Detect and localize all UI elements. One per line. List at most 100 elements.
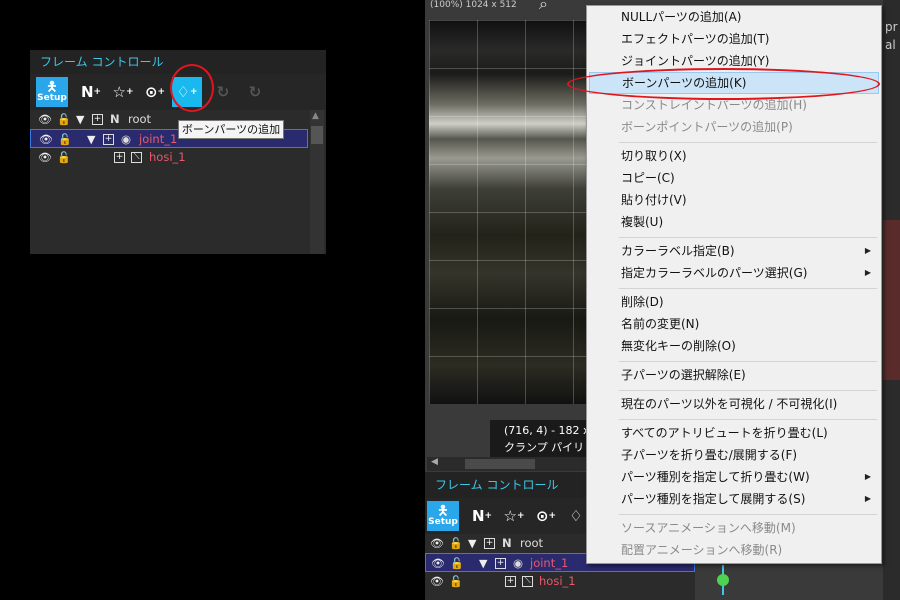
menu-item-add-effect-part[interactable]: エフェクトパーツの追加(T) bbox=[589, 28, 879, 50]
visibility-eye-icon[interactable]: 👁 bbox=[38, 110, 52, 129]
menu-item-collapse-all-attributes[interactable]: すべてのアトリビュートを折り畳む(L) bbox=[589, 422, 879, 444]
menu-item-goto-placement-animation: 配置アニメーションへ移動(R) bbox=[621, 543, 783, 557]
add-null-part-button[interactable]: N + bbox=[76, 77, 106, 107]
menu-separator bbox=[619, 142, 877, 143]
add-effect-part-button[interactable]: ☆ + bbox=[499, 501, 529, 531]
part-label: hosi_1 bbox=[539, 574, 576, 588]
lock-icon[interactable]: 🔓 bbox=[450, 554, 464, 573]
menu-item-deselect-children[interactable]: 子パーツの選択解除(E) bbox=[589, 364, 879, 386]
menu-item-paste[interactable]: 貼り付け(V) bbox=[589, 189, 879, 211]
tree-scrollbar[interactable]: ▲ bbox=[310, 110, 324, 254]
submenu-arrow-icon: ▶ bbox=[864, 246, 871, 255]
add-joint-part-button[interactable]: ⊙ + bbox=[140, 77, 170, 107]
image-part-icon: ⟍ bbox=[131, 152, 142, 163]
lock-icon[interactable]: 🔓 bbox=[57, 110, 71, 129]
add-effect-part-button[interactable]: ☆ + bbox=[108, 77, 138, 107]
lock-icon[interactable]: 🔓 bbox=[58, 130, 72, 149]
expand-box-icon[interactable]: + bbox=[103, 134, 114, 145]
menu-separator bbox=[619, 419, 877, 420]
side-accent-block bbox=[883, 220, 900, 380]
timeline-key-marker[interactable] bbox=[715, 565, 731, 595]
null-type-icon: N bbox=[110, 112, 120, 126]
annotation-ellipse bbox=[567, 68, 880, 100]
visibility-eye-icon[interactable]: 👁 bbox=[430, 572, 444, 591]
expand-triangle-icon[interactable]: ▼ bbox=[479, 554, 487, 573]
visibility-eye-icon[interactable]: 👁 bbox=[39, 130, 53, 149]
setup-label: Setup bbox=[428, 517, 458, 527]
menu-item-label: パーツ種別を指定して折り畳む(W) bbox=[621, 470, 810, 484]
submenu-arrow-icon: ▶ bbox=[864, 494, 871, 503]
joint-circle-icon: ◉ bbox=[121, 132, 132, 146]
tree-row[interactable]: 👁 🔓 + ⟍ hosi_1 bbox=[30, 148, 308, 167]
menu-item-expand-by-type[interactable]: パーツ種別を指定して展開する(S) ▶ bbox=[589, 488, 879, 510]
canvas-size-info: (100%) 1024 x 512 bbox=[430, 0, 517, 10]
menu-item-collapse-by-type[interactable]: パーツ種別を指定して折り畳む(W) ▶ bbox=[589, 466, 879, 488]
submenu-arrow-icon: ▶ bbox=[864, 268, 871, 277]
scrollbar-thumb[interactable] bbox=[465, 459, 535, 469]
menu-separator bbox=[619, 390, 877, 391]
joint-circle-icon: ⊙ bbox=[535, 507, 549, 525]
effect-star-icon: ☆ bbox=[112, 83, 126, 101]
bone-point-icon: ↻ bbox=[248, 83, 262, 101]
menu-item-delete-unchanged-keys[interactable]: 無変化キーの削除(O) bbox=[589, 335, 879, 357]
part-label: hosi_1 bbox=[149, 150, 186, 164]
expand-box-icon[interactable]: + bbox=[505, 576, 516, 587]
expand-box-icon[interactable]: + bbox=[114, 152, 125, 163]
menu-item-duplicate[interactable]: 複製(U) bbox=[589, 211, 879, 233]
part-label: root bbox=[128, 112, 152, 126]
menu-item-add-null-part[interactable]: NULLパーツの追加(A) bbox=[589, 6, 879, 28]
visibility-eye-icon[interactable]: 👁 bbox=[430, 534, 444, 553]
menu-item-select-by-color-label[interactable]: 指定カラーラベルのパーツ選択(G) ▶ bbox=[589, 262, 879, 284]
add-bone-point-part-button[interactable]: ↻ bbox=[240, 77, 270, 107]
menu-item-toggle-children[interactable]: 子パーツを折り畳む/展開する(F) bbox=[589, 444, 879, 466]
expand-triangle-icon[interactable]: ▼ bbox=[76, 110, 84, 129]
setup-label: Setup bbox=[37, 93, 67, 103]
menu-item-label: カラーラベル指定(B) bbox=[621, 244, 735, 258]
image-canvas[interactable] bbox=[429, 20, 595, 404]
expand-box-icon[interactable]: + bbox=[495, 558, 506, 569]
expand-box-icon[interactable]: + bbox=[484, 538, 495, 549]
scroll-left-arrow-icon[interactable]: ◀ bbox=[431, 457, 438, 467]
scroll-up-arrow-icon[interactable]: ▲ bbox=[312, 111, 319, 121]
visibility-eye-icon[interactable]: 👁 bbox=[38, 148, 52, 167]
expand-triangle-icon[interactable]: ▼ bbox=[87, 130, 95, 149]
menu-item-label: 指定カラーラベルのパーツ選択(G) bbox=[621, 266, 808, 280]
visibility-eye-icon[interactable]: 👁 bbox=[431, 554, 445, 573]
zoom-search-icon[interactable]: ⌕ bbox=[539, 0, 548, 14]
menu-item-color-label[interactable]: カラーラベル指定(B) ▶ bbox=[589, 240, 879, 262]
menu-item-rename[interactable]: 名前の変更(N) bbox=[589, 313, 879, 335]
coordinate-readout: (716, 4) - 182 x クランプ パイリ bbox=[490, 420, 600, 458]
menu-item-copy[interactable]: コピー(C) bbox=[589, 167, 879, 189]
image-part-icon: ⟍ bbox=[522, 576, 533, 587]
part-label: joint_1 bbox=[530, 556, 569, 570]
part-label: joint_1 bbox=[139, 132, 178, 146]
add-joint-part-button[interactable]: ⊙ + bbox=[531, 501, 561, 531]
add-null-part-button[interactable]: N + bbox=[467, 501, 497, 531]
null-type-icon: N bbox=[502, 536, 512, 550]
menu-item-delete[interactable]: 削除(D) bbox=[589, 291, 879, 313]
menu-separator bbox=[619, 288, 877, 289]
scrollbar-thumb[interactable] bbox=[311, 126, 323, 144]
expand-triangle-icon[interactable]: ▼ bbox=[468, 534, 476, 553]
menu-item-goto-source-animation: ソースアニメーションへ移動(M) bbox=[621, 521, 796, 535]
expand-box-icon[interactable]: + bbox=[92, 114, 103, 125]
menu-separator bbox=[619, 237, 877, 238]
annotation-circle bbox=[170, 64, 214, 112]
menu-item-add-bone-point-part: ボーンポイントパーツの追加(P) bbox=[621, 120, 793, 134]
part-label: root bbox=[520, 536, 544, 550]
setup-button[interactable]: 🯅 Setup bbox=[36, 77, 68, 107]
lock-icon[interactable]: 🔓 bbox=[449, 572, 463, 591]
setup-button[interactable]: 🯅 Setup bbox=[427, 501, 459, 531]
side-text: pr bbox=[885, 20, 898, 34]
menu-item-cut[interactable]: 切り取り(X) bbox=[589, 145, 879, 167]
joint-circle-icon: ⊙ bbox=[144, 83, 158, 101]
lock-icon[interactable]: 🔓 bbox=[57, 148, 71, 167]
bone-icon: ♢ bbox=[569, 507, 583, 525]
null-part-icon: N bbox=[80, 83, 94, 101]
menu-item-toggle-visibility-others[interactable]: 現在のパーツ以外を可視化 / 不可視化(I) bbox=[589, 393, 879, 415]
tooltip: ボーンパーツの追加 bbox=[178, 120, 284, 139]
canvas-grid bbox=[429, 20, 595, 404]
tree-row[interactable]: 👁 🔓 + ⟍ hosi_1 bbox=[425, 572, 695, 591]
lock-icon[interactable]: 🔓 bbox=[449, 534, 463, 553]
side-panel-strip: pr al bbox=[883, 0, 900, 600]
